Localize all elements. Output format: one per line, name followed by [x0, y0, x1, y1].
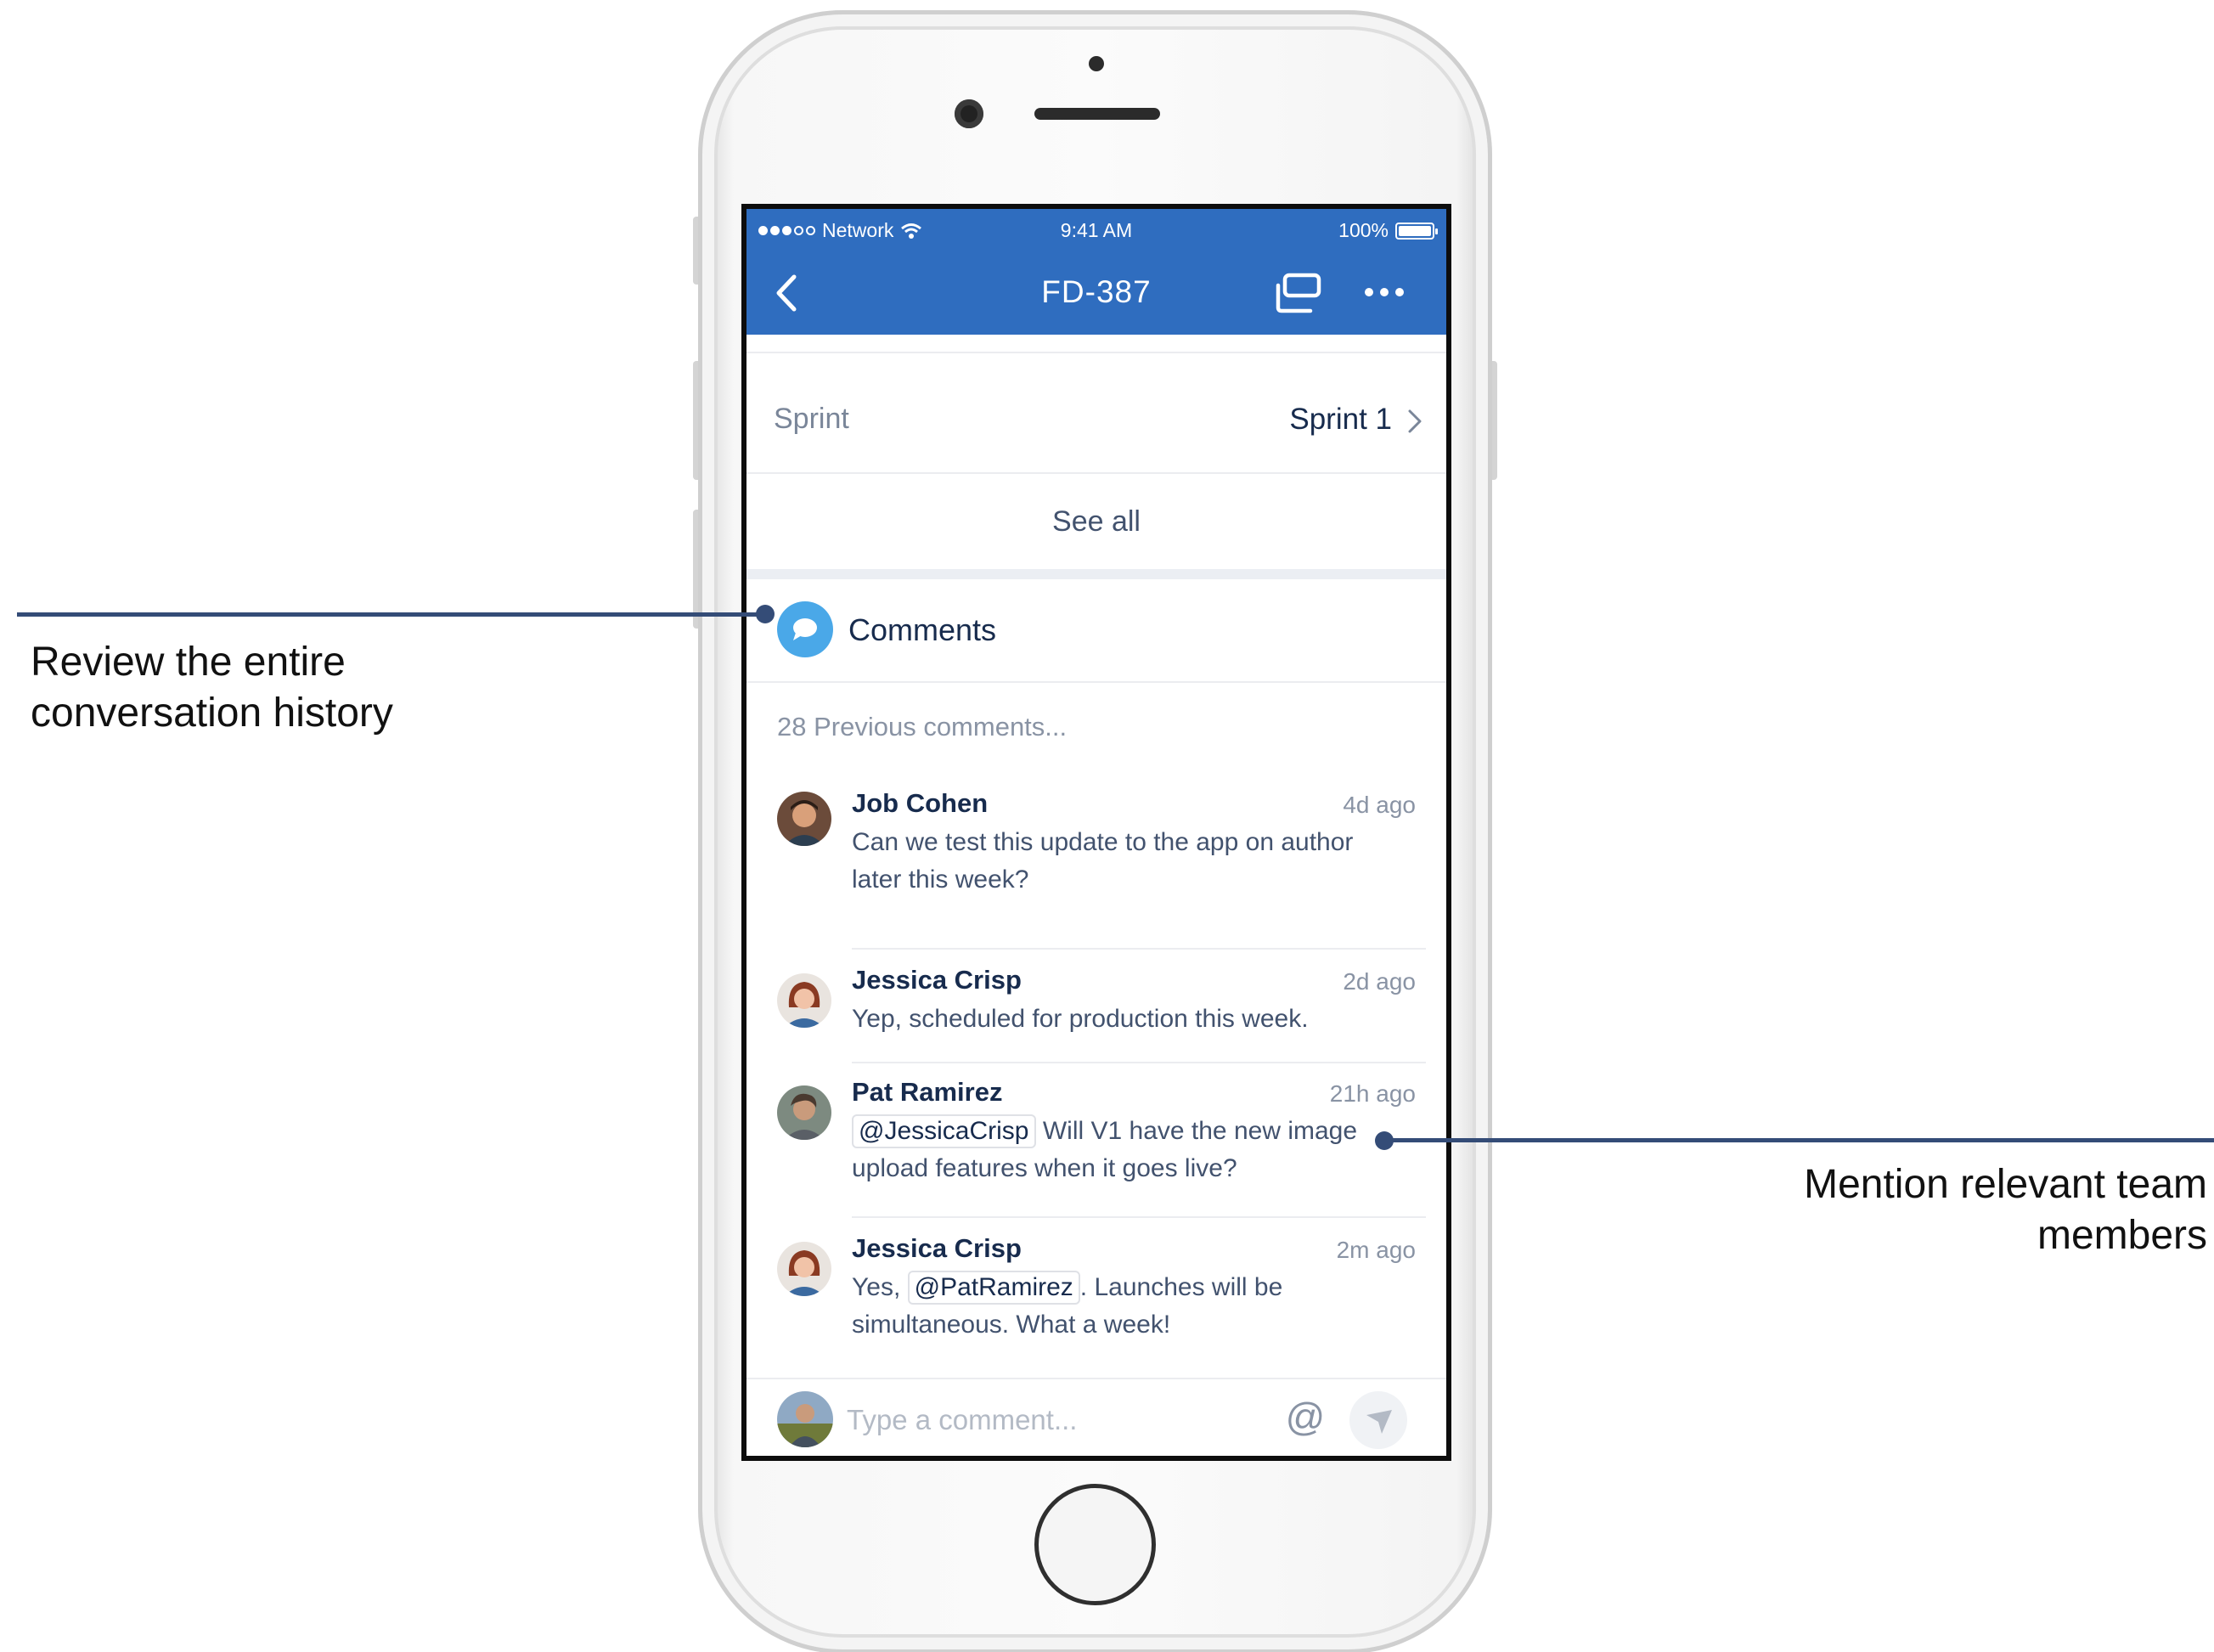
comment-text: . Launches will be: [1079, 1273, 1283, 1301]
see-all-button[interactable]: See all: [746, 474, 1446, 569]
callout-line: conversation history: [31, 691, 393, 736]
section-separator: [746, 569, 1446, 579]
comment-text: Yes,: [852, 1273, 901, 1301]
callout-line: Review the entire: [31, 640, 346, 685]
comment-body: @JessicaCrisp Will V1 have the new image…: [852, 1113, 1395, 1187]
comment-item: Jessica Crisp 2d ago Yep, scheduled for …: [746, 941, 1446, 1052]
app-header: Network 9:41 AM 100% FD-387: [746, 209, 1446, 335]
chevron-right-icon: [1408, 409, 1422, 433]
issue-content: Sprint Sprint 1 See all Comments 28 Prev…: [746, 335, 1446, 1456]
comment-body: Can we test this update to the app on au…: [852, 824, 1395, 899]
comment-author: Job Cohen: [852, 788, 989, 818]
cards-icon[interactable]: [1271, 270, 1324, 317]
sprint-field-row[interactable]: Sprint Sprint 1: [746, 365, 1446, 472]
status-right: 100%: [1338, 219, 1438, 242]
mention-chip[interactable]: @PatRamirez: [907, 1271, 1080, 1305]
comment-timestamp: 2m ago: [1336, 1237, 1416, 1263]
comment-line: @JessicaCrisp Will V1 have the new image: [852, 1113, 1395, 1150]
comment-line: simultaneous. What a week!: [852, 1311, 1171, 1339]
comment-input[interactable]: [847, 1396, 1246, 1444]
comment-line: Yes, @PatRamirez. Launches will be: [852, 1269, 1395, 1306]
nav-bar: FD-387: [746, 251, 1446, 335]
comment-item: Pat Ramirez 21h ago @JessicaCrisp Will V…: [746, 1055, 1446, 1208]
comments-header: Comments: [746, 579, 1446, 681]
comment-bubble-icon: [777, 601, 833, 657]
comment-item: Jessica Crisp 2m ago Yes, @PatRamirez. L…: [746, 1209, 1446, 1362]
comment-composer: @: [746, 1381, 1446, 1456]
comment-text: Will V1 have the new image: [1042, 1117, 1358, 1145]
comment-line: upload features when it goes live?: [852, 1154, 1237, 1182]
send-icon: [1366, 1410, 1392, 1434]
send-button[interactable]: [1349, 1391, 1407, 1449]
battery-icon: [1395, 222, 1438, 240]
battery-label: 100%: [1338, 219, 1389, 241]
more-dots-icon[interactable]: [1358, 268, 1411, 315]
comment-line: Can we test this update to the app on au…: [852, 828, 1354, 856]
earpiece-speaker: [1034, 108, 1160, 120]
comment-author: Jessica Crisp: [852, 965, 1022, 995]
comment-timestamp: 21h ago: [1329, 1080, 1416, 1107]
comment-item: Job Cohen 4d ago Can we test this update…: [746, 785, 1446, 929]
callout-text-left: Review the entire conversation history: [31, 637, 393, 739]
comment-timestamp: 2d ago: [1343, 968, 1416, 995]
comment-timestamp: 4d ago: [1343, 792, 1416, 818]
avatar: [777, 1391, 833, 1447]
mention-chip[interactable]: @JessicaCrisp: [852, 1114, 1036, 1148]
callout-line: Mention relevant team: [1804, 1162, 2207, 1207]
callout-text-right: Mention relevant team members: [1804, 1159, 2207, 1261]
status-bar: Network 9:41 AM 100%: [746, 209, 1446, 251]
phone-screen: Network 9:41 AM 100% FD-387 Sprint Sprin…: [741, 204, 1451, 1461]
previous-comments-link[interactable]: 28 Previous comments...: [777, 712, 1067, 742]
callout-line-right: [1384, 1138, 2214, 1142]
sprint-field-value: Sprint 1: [1289, 403, 1392, 436]
avatar[interactable]: [777, 1085, 831, 1140]
callout-dot-left: [756, 605, 775, 623]
callout-line: members: [2037, 1213, 2207, 1258]
avatar[interactable]: [777, 1242, 831, 1296]
comments-title: Comments: [848, 612, 997, 647]
front-camera: [955, 99, 983, 128]
comment-body: Yep, scheduled for production this week.: [852, 1001, 1395, 1038]
home-button[interactable]: [1034, 1484, 1156, 1605]
avatar[interactable]: [777, 792, 831, 846]
divider: [746, 681, 1446, 683]
avatar[interactable]: [777, 973, 831, 1028]
comment-body: Yes, @PatRamirez. Launches will be simul…: [852, 1269, 1395, 1344]
comment-line: later this week?: [852, 865, 1029, 894]
proximity-sensor: [1089, 56, 1104, 71]
comment-author: Pat Ramirez: [852, 1077, 1003, 1107]
mention-at-button[interactable]: @: [1282, 1395, 1329, 1442]
callout-line-left: [17, 612, 764, 617]
divider: [746, 1378, 1446, 1379]
divider: [746, 352, 1446, 353]
comment-line: Yep, scheduled for production this week.: [852, 1005, 1309, 1033]
sprint-field-label: Sprint: [774, 403, 849, 435]
comment-author: Jessica Crisp: [852, 1233, 1022, 1263]
issue-key-title: FD-387: [1041, 274, 1152, 309]
